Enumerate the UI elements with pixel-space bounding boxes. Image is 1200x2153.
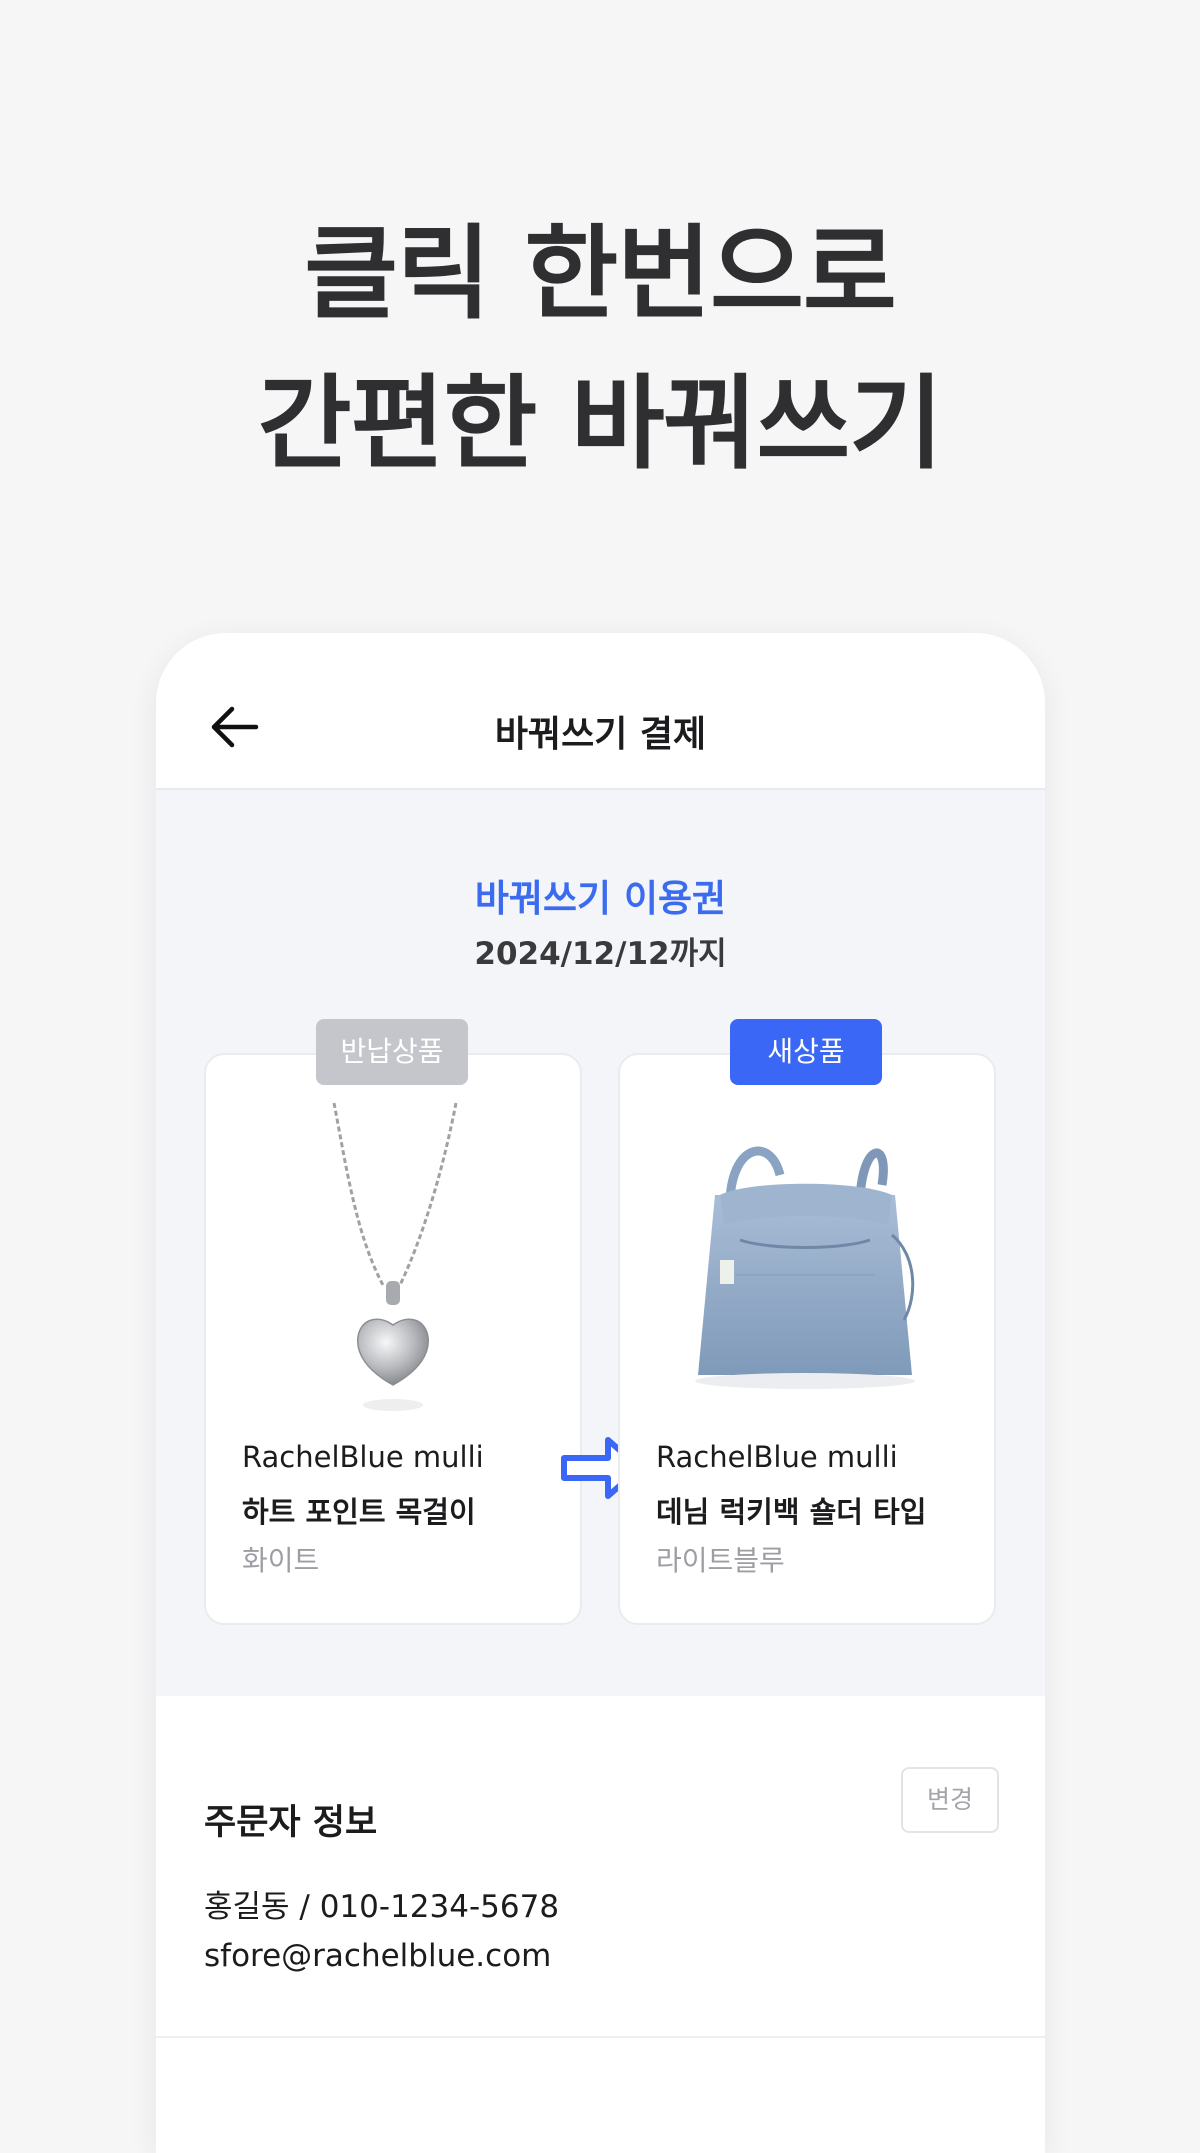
- new-product-name: 데님 럭키백 숄더 타입: [656, 1495, 927, 1529]
- new-product-option: 라이트블루: [656, 1544, 785, 1577]
- app-bar: 바꿔쓰기 결제: [156, 633, 1045, 790]
- voucher-title: 바꿔쓰기 이용권: [474, 877, 727, 920]
- change-button[interactable]: 변경: [901, 1767, 999, 1833]
- return-product-brand: RachelBlue mulli: [242, 1440, 484, 1474]
- next-section: [156, 2055, 1045, 2153]
- heart-necklace-image: [332, 1102, 458, 1411]
- orderer-info-title: 주문자 정보: [204, 1803, 378, 1843]
- return-product-name: 하트 포인트 목걸이: [242, 1495, 476, 1529]
- page-title: 바꿔쓰기 결제: [494, 714, 707, 755]
- voucher-section: 바꿔쓰기 이용권 2024/12/12까지 반납상품 RachelBlue mu: [156, 790, 1045, 1696]
- orderer-email: sfore@rachelblue.com: [204, 1938, 552, 1974]
- denim-bag-image: [695, 1146, 915, 1389]
- new-product-card[interactable]: 새상품 RachelBlue mulli 데님 럭키백 숄더 타입 라이트블루: [618, 1019, 996, 1625]
- hero-headline: 클릭 한번으로 간편한 바꿔쓰기: [0, 200, 1200, 500]
- hero-line-2: 간편한 바꿔쓰기: [257, 365, 943, 484]
- new-product-tag: 새상품: [730, 1019, 882, 1085]
- new-product-brand: RachelBlue mulli: [656, 1440, 898, 1474]
- orderer-name-phone: 홍길동 / 010-1234-5678: [204, 1889, 560, 1925]
- orderer-info-section: 주문자 정보 변경 홍길동 / 010-1234-5678 sfore@rach…: [156, 1696, 1045, 2038]
- voucher-expiry-date: 2024/12/12까지: [474, 936, 727, 972]
- phone-mockup: 바꿔쓰기 결제 바꿔쓰기 이용권 2024/12/12까지 반납상품 Rache…: [156, 633, 1045, 2153]
- return-product-tag: 반납상품: [316, 1019, 468, 1085]
- return-product-card[interactable]: 반납상품 RachelBlue mulli 하트 포인트 목걸이 화이트: [204, 1019, 582, 1625]
- return-product-option: 화이트: [242, 1544, 320, 1577]
- hero-line-1: 클릭 한번으로: [304, 215, 897, 334]
